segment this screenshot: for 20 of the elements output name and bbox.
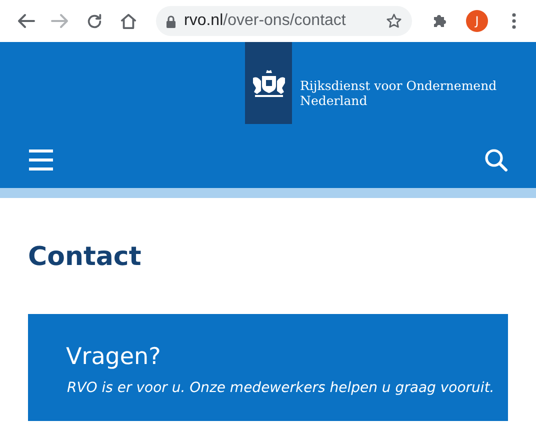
puzzle-icon [432, 13, 448, 29]
lock-icon [166, 14, 176, 28]
forward-arrow-icon [51, 13, 69, 29]
profile-avatar[interactable]: J [466, 10, 488, 32]
home-icon [120, 13, 136, 29]
callout-heading: Vragen? [66, 344, 162, 370]
menu-button[interactable] [28, 149, 54, 171]
search-button[interactable] [484, 148, 508, 172]
callout-text: RVO is er voor u. Onze medewerkers helpen u graag vooruit. [66, 379, 496, 398]
back-arrow-icon [17, 13, 35, 29]
coat-of-arms-icon [250, 68, 286, 98]
hamburger-icon [28, 149, 54, 171]
more-icon [512, 13, 516, 29]
reload-icon [86, 12, 102, 30]
page-title: Contact [28, 242, 142, 272]
address-bar[interactable]: rvo.nl/over-ons/contact [156, 6, 412, 36]
search-icon [484, 148, 508, 172]
url-text: rvo.nl/over-ons/contact [184, 12, 347, 30]
star-icon[interactable] [386, 13, 402, 29]
organization-name: Rijksdienst voor Ondernemend Nederland [300, 78, 497, 108]
